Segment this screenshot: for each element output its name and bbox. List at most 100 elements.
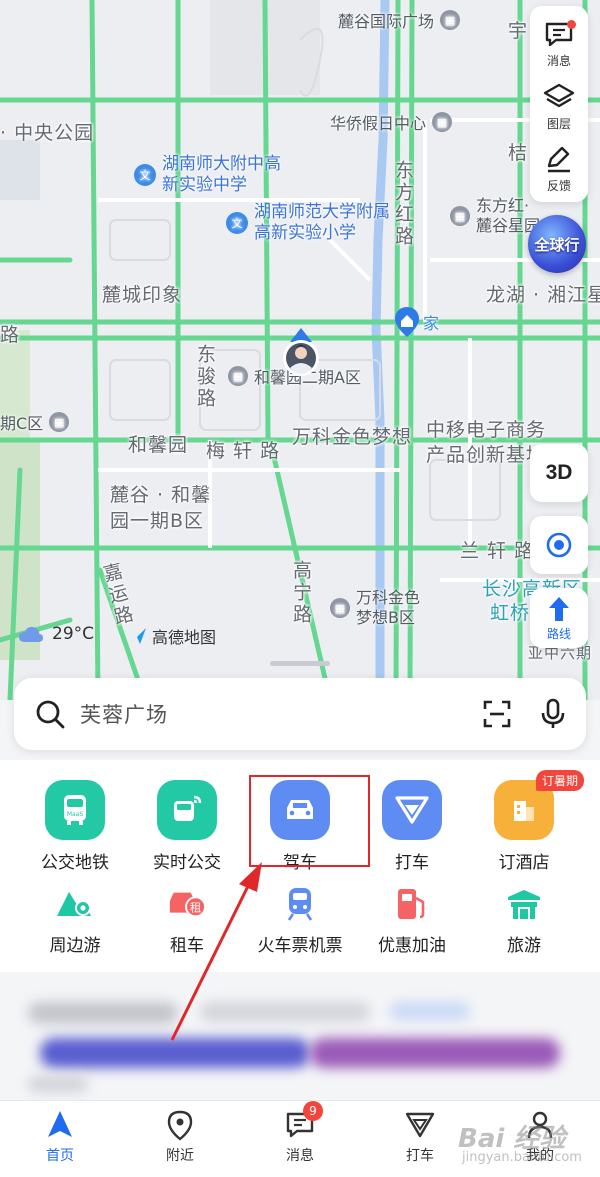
search-bar[interactable]: 芙蓉广场 <box>14 678 586 750</box>
search-input[interactable]: 芙蓉广场 <box>80 699 482 729</box>
layers-button[interactable]: 图层 <box>530 76 588 138</box>
realtime-bus-icon <box>157 780 217 840</box>
route-label: 路线 <box>546 626 571 641</box>
nav-messages[interactable]: 9 消息 <box>240 1101 360 1177</box>
home-pin-icon <box>395 307 419 337</box>
poi-vanke-b[interactable]: ▦ 万科金色 梦想B区 <box>330 588 420 628</box>
locate-icon <box>546 532 572 558</box>
layers-icon <box>543 83 575 108</box>
quick-fuel-discount[interactable]: 优惠加油 <box>352 884 472 956</box>
poi-label: 华侨假日中心 <box>330 114 427 133</box>
poi-label: 湖南师大附中高新实验中学 <box>162 154 281 195</box>
bus-icon: MaaS <box>45 780 105 840</box>
building-pin-icon: ▦ <box>450 206 470 226</box>
poi-dongfanghong[interactable]: ▦ 东方红· 麓谷星园 <box>450 196 540 236</box>
blurred-feed <box>0 972 600 1100</box>
quick-label: 租车 <box>170 936 204 956</box>
map-label-road-left: 路 <box>0 324 21 346</box>
map-label-meixuan-road: 梅 轩 路 <box>206 440 281 462</box>
taxi-icon <box>405 1112 435 1138</box>
map-label-hexin-garden: 和馨园 <box>128 434 189 456</box>
map-view[interactable]: 麓谷国际广场 ▦ 宇 · 中央公园 华侨假日中心 ▦ 桔 文 湖南师大附中高新实… <box>0 0 600 700</box>
poi-school-2[interactable]: 文 湖南师范大学附属高新实验小学 <box>226 202 404 244</box>
building-pin-icon: ▦ <box>49 412 70 432</box>
building-pin-icon: ▦ <box>330 598 350 618</box>
nav-label: 消息 <box>286 1148 314 1164</box>
watermark-url: jingyan.baidu.com <box>462 1150 582 1165</box>
poi-home[interactable]: 家 <box>393 306 439 338</box>
building-pin-icon: ▦ <box>432 112 453 132</box>
quick-bus-metro[interactable]: MaaS 公交地铁 <box>15 780 135 873</box>
map-label-dongjun-road: 东骏路 <box>194 344 216 410</box>
building-pin-icon: ▦ <box>228 366 248 386</box>
3d-toggle-button[interactable]: 3D <box>530 444 588 502</box>
quick-realtime-bus[interactable]: 实时公交 <box>127 780 247 873</box>
svg-text:租: 租 <box>190 901 201 915</box>
quick-label: 旅游 <box>507 936 541 956</box>
poi-lugu-intl[interactable]: 麓谷国际广场 ▦ <box>338 8 461 32</box>
quick-hotel[interactable]: 订暑期 订酒店 <box>464 770 585 873</box>
amap-logo: 高德地图 <box>128 624 216 648</box>
drag-handle[interactable] <box>270 661 330 666</box>
quick-train-flight[interactable]: 火车票机票 <box>240 884 360 956</box>
poi-label: 家 <box>423 314 440 333</box>
poi-qi-c[interactable]: 期C区 ▦ <box>0 410 70 434</box>
quick-taxi[interactable]: 打车 <box>352 780 472 873</box>
annotation-highlight-box <box>249 775 370 867</box>
map-label-jie: 桔 <box>508 142 529 164</box>
map-label-zhongyang-park: · 中央公园 <box>0 122 95 144</box>
route-button[interactable]: 路线 <box>530 588 588 648</box>
poi-label: 期C区 <box>0 414 44 433</box>
message-button[interactable]: 消息 <box>530 14 588 76</box>
quick-label: 火车票机票 <box>257 936 343 956</box>
weather-widget[interactable]: 29°C <box>18 624 94 644</box>
global-travel-label: 全球行 <box>534 235 580 254</box>
map-label-lucheng: 麓城印象 <box>102 284 183 306</box>
poi-school-1[interactable]: 文 湖南师大附中高新实验中学 <box>134 154 290 196</box>
poi-label: 麓谷国际广场 <box>338 12 435 31</box>
amap-arrow-icon <box>130 628 146 644</box>
user-location-marker[interactable] <box>281 328 321 380</box>
map-label-longhu: 龙湖 · 湘江星 <box>486 284 600 306</box>
search-icon <box>36 700 65 729</box>
nav-nearby[interactable]: 附近 <box>120 1101 240 1177</box>
fuel-icon <box>392 884 432 924</box>
cloud-icon <box>19 626 43 642</box>
map-label-lugu-hexin: 麓谷 · 和馨 <box>110 484 212 506</box>
home-nav-icon <box>48 1111 72 1137</box>
3d-label: 3D <box>545 461 573 484</box>
school-pin-icon: 文 <box>226 212 248 234</box>
poi-label: 梦想B区 <box>356 608 415 627</box>
building-pin-icon: ▦ <box>440 10 461 30</box>
quick-nearby-trip[interactable]: 周边游 <box>15 884 135 956</box>
quick-tourism[interactable]: 旅游 <box>464 884 584 956</box>
taxi-icon <box>382 780 442 840</box>
map-label-lugu-hexin-2: 园一期B区 <box>110 510 205 532</box>
quick-label: 周边游 <box>49 936 101 956</box>
amap-brand-label: 高德地图 <box>152 628 217 647</box>
quick-label: 订酒店 <box>498 853 550 873</box>
locate-button[interactable] <box>530 516 588 574</box>
message-label: 消息 <box>546 54 571 68</box>
global-travel-button[interactable]: 全球行 <box>528 215 586 273</box>
map-label-hongqiao: 虹桥 <box>490 602 531 624</box>
poi-huaqiao[interactable]: 华侨假日中心 ▦ <box>330 110 453 134</box>
school-pin-icon: 文 <box>134 164 156 186</box>
map-label-vanke-dream: 万科金色梦想 <box>292 426 413 448</box>
train-icon <box>280 884 320 924</box>
map-label-lanxuan-road: 兰 轩 路 <box>460 540 535 562</box>
microphone-icon[interactable] <box>540 698 566 730</box>
scan-icon[interactable] <box>482 699 512 729</box>
feedback-label: 反馈 <box>546 179 571 193</box>
nav-label: 打车 <box>406 1148 434 1164</box>
quick-label: 实时公交 <box>153 853 221 873</box>
quick-label: 打车 <box>395 853 429 873</box>
quick-label: 公交地铁 <box>41 853 109 873</box>
map-label-yu: 宇 <box>508 20 529 42</box>
map-label-dongfanghong-road: 东方红路 <box>392 160 414 248</box>
map-tools-panel: 消息 图层 反馈 <box>530 6 588 202</box>
feedback-button[interactable]: 反馈 <box>530 138 588 200</box>
nav-home[interactable]: 首页 <box>0 1101 120 1177</box>
quick-car-rental[interactable]: 租 租车 <box>127 884 247 956</box>
unread-count-badge: 9 <box>303 1101 323 1121</box>
